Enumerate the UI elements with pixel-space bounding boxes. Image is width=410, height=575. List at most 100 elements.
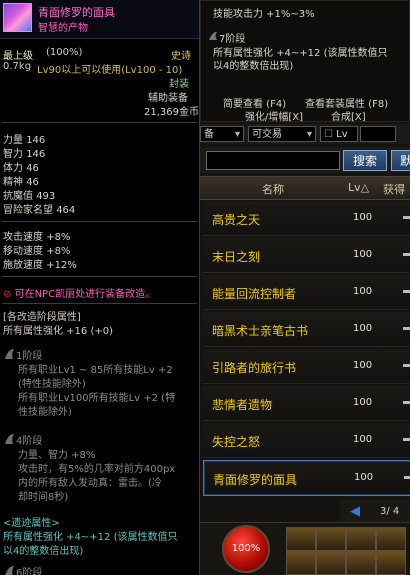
item-level: 100: [353, 286, 373, 297]
step4-line: 内的所有敌人发动真：雷击。(冷: [18, 478, 162, 489]
skill-slot[interactable]: [376, 527, 406, 551]
upgrade-plus: (+0): [90, 326, 114, 337]
stat-spr: 精神 46: [3, 173, 39, 188]
enhance-link[interactable]: 强化/增幅[X]: [245, 108, 303, 123]
item-name: 青面修罗的面具: [213, 473, 298, 487]
tradable-filter[interactable]: 可交易 ▾: [248, 126, 316, 142]
checkbox-icon: ☐: [324, 129, 333, 140]
item-name: 暗黑术士亲笔古书: [212, 324, 309, 338]
skill-slot[interactable]: [286, 527, 316, 551]
item-name: 引路者的旅行书: [212, 361, 297, 375]
default-button[interactable]: 默: [391, 150, 410, 171]
list-item[interactable]: 高贵之天 100: [203, 201, 410, 236]
get-indicator: [403, 290, 410, 293]
skill-slot[interactable]: [316, 527, 346, 551]
item-subtitle: 智慧的产物: [38, 23, 88, 34]
skill-slot[interactable]: [376, 551, 406, 575]
item-tooltip: 青面修罗的面具 智慧的产物 最上级 (100%) 史诗 0.7kg Lv90以上…: [0, 0, 200, 575]
lost-line2: 以4的整数倍出现): [3, 546, 84, 557]
get-indicator: [404, 476, 410, 479]
item-level: 100: [354, 472, 374, 483]
list-item-selected[interactable]: 青面修罗的面具 100: [203, 460, 410, 496]
divider: [2, 303, 197, 304]
item-level: 100: [353, 323, 373, 334]
stat-value: 464: [56, 205, 76, 216]
step4-line: 却时间8秒): [18, 492, 69, 503]
list-item[interactable]: 悲情者遗物 100: [203, 386, 410, 421]
list-item[interactable]: 暗黑术士亲笔古书 100: [203, 312, 410, 347]
search-input[interactable]: [206, 151, 340, 170]
step7-line2: 以4的整数倍出现): [213, 61, 294, 72]
equip-filter[interactable]: 备 ▾: [200, 126, 244, 142]
skill-attack-line: 技能攻击力 +1%~3%: [213, 9, 315, 20]
divider: [2, 122, 197, 123]
divider: [2, 221, 197, 222]
lost-header: <遗迹属性>: [3, 518, 60, 529]
upgrade-line: 所有属性强化 +16 (+0): [3, 322, 113, 337]
item-level: 100: [353, 360, 373, 371]
item-icon: [3, 3, 32, 32]
list-header: 名称 Lv△ 获得: [200, 176, 410, 200]
col-lv-header[interactable]: Lv△: [348, 181, 369, 194]
upgrade-text: 所有属性强化 +16: [3, 326, 88, 337]
grade-pct: (100%): [46, 47, 83, 58]
get-indicator: [403, 438, 410, 441]
step1-line: 所有职业Lv100所有技能Lv +2 (特: [18, 393, 176, 404]
move-speed: 移动速度 +8%: [3, 242, 70, 257]
rarity-label: 史诗: [171, 51, 191, 62]
step6-label: 6阶段: [16, 568, 43, 575]
get-indicator: [403, 216, 410, 219]
stat-fame: 冒险家名望 464: [3, 201, 75, 216]
tradable-filter-label: 可交易: [252, 129, 282, 140]
step4-label: 4阶段: [16, 436, 43, 447]
attack-speed: 攻击速度 +8%: [3, 228, 70, 243]
item-name: 青面修罗的面具: [38, 6, 115, 19]
search-button[interactable]: 搜索: [343, 150, 387, 171]
list-item[interactable]: 末日之刻 100: [203, 238, 410, 273]
col-name-header[interactable]: 名称: [262, 181, 284, 197]
price: 21,369金币: [144, 107, 199, 118]
level-filter-label: Lv: [336, 129, 348, 140]
step7-label: 7阶段: [219, 34, 246, 45]
speed-label: 施放速度: [3, 260, 43, 271]
list-item[interactable]: 失控之怒 100: [203, 423, 410, 458]
slot-type: 辅助装备: [148, 93, 188, 104]
skill-slot[interactable]: [346, 527, 376, 551]
step1-line: 所有职业Lv1 ~ 85所有技能Lv +2: [18, 365, 173, 376]
item-level: 100: [353, 249, 373, 260]
equip-filter-label: 备: [204, 129, 214, 140]
skill-slot[interactable]: [316, 551, 346, 575]
skill-slot[interactable]: [286, 551, 316, 575]
prev-page-icon[interactable]: ◀: [350, 504, 360, 519]
weight: 0.7kg: [3, 61, 32, 72]
skill-slot[interactable]: [346, 551, 376, 575]
cast-speed: 施放速度 +12%: [3, 256, 77, 271]
get-indicator: [403, 401, 410, 404]
item-name: 失控之怒: [212, 435, 261, 449]
level-req: Lv90以上可以使用(Lv100 - 10): [37, 65, 183, 76]
item-name: 末日之刻: [212, 250, 261, 264]
seal-label: 封装: [169, 79, 189, 90]
list-item[interactable]: 引路者的旅行书 100: [203, 349, 410, 384]
list-item[interactable]: 能量回流控制者 100: [203, 275, 410, 310]
step1-line: 性技能除外): [18, 407, 72, 418]
item-name: 悲情者遗物: [212, 398, 273, 412]
item-level: 100: [353, 212, 373, 223]
step1-label: 1阶段: [16, 351, 43, 362]
item-list: 高贵之天 100 末日之刻 100 能量回流控制者 100 暗黑术士亲笔古书 1…: [200, 199, 410, 499]
upgrade-header: [各改造阶段属性]: [3, 312, 81, 323]
stat-vit: 体力 46: [3, 159, 39, 174]
level-max-field[interactable]: [360, 126, 396, 142]
step4-line: 攻击时，有5%的几率对前方400px: [18, 464, 176, 475]
hp-orb: 100%: [222, 525, 270, 573]
combine-link[interactable]: 合成[X]: [331, 108, 366, 123]
set-info-popup: 技能攻击力 +1%~3% 7阶段 所有属性强化 +4~+12 (该属性数值只 以…: [200, 0, 410, 123]
item-dictionary-window: 技能攻击力 +1%~3% 7阶段 所有属性强化 +4~+12 (该属性数值只 以…: [200, 0, 410, 575]
stat-label: 冒险家名望: [3, 205, 53, 216]
col-get-header[interactable]: 获得: [383, 181, 405, 197]
pager: ◀ 3/ 4: [340, 500, 410, 522]
lost-line1: 所有属性强化 +4~+12 (该属性数值只: [3, 532, 178, 543]
feather-icon: [3, 565, 15, 575]
level-filter[interactable]: ☐ Lv: [320, 126, 358, 142]
forbid-icon: ⊘: [3, 289, 12, 300]
